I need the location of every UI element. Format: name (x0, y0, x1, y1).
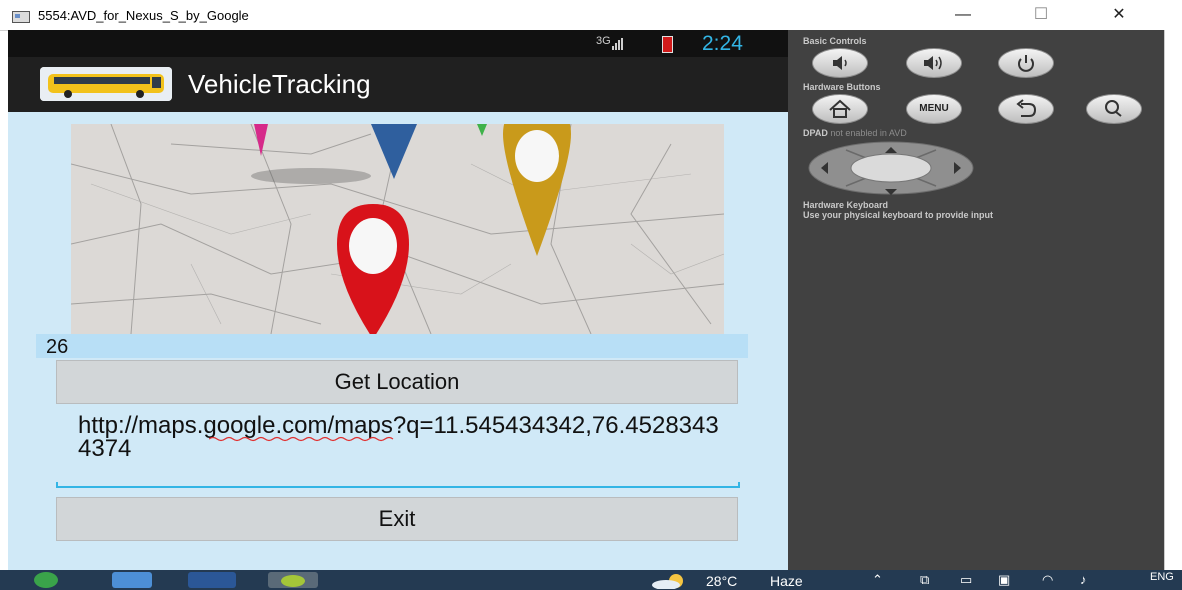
dpad-right-icon[interactable] (950, 158, 966, 178)
volume-down-icon (833, 56, 847, 70)
weather-icon (648, 571, 694, 590)
status-time: 2:24 (702, 32, 743, 55)
url-text: http://maps.google.com/maps?q=11.5454343… (78, 412, 719, 462)
dpad-left-icon[interactable] (816, 158, 832, 178)
hardware-buttons-label: Hardware Buttons (803, 82, 881, 92)
dpad-label: DPAD (803, 128, 828, 138)
minimize-button[interactable]: — (940, 4, 986, 26)
get-location-button[interactable]: Get Location (56, 360, 738, 404)
browser-icon[interactable] (112, 572, 152, 588)
window-titlebar: 5554:AVD_for_Nexus_S_by_Google — ☐ ✕ (0, 0, 1182, 31)
power-icon (1018, 55, 1034, 72)
battery-icon (662, 36, 673, 53)
menu-button[interactable]: MENU (906, 94, 962, 124)
dpad-up-icon[interactable] (876, 141, 906, 153)
value-display: 26 (36, 334, 748, 358)
temperature: 28°C (706, 573, 738, 589)
start-icon[interactable] (34, 572, 58, 588)
taskbar: 28°C Haze ⌃ ⧉ ▭ ▣ ◠ ♪ ENG (0, 570, 1182, 590)
value-text: 26 (46, 336, 69, 358)
maximize-button[interactable]: ☐ (1018, 4, 1064, 26)
map-image (71, 124, 724, 334)
close-button[interactable]: ✕ (1096, 4, 1142, 26)
back-icon (1016, 99, 1037, 117)
search-button[interactable] (1086, 94, 1142, 124)
battery-tray-icon[interactable]: ▭ (960, 572, 972, 588)
dpad-down-icon[interactable] (876, 185, 906, 195)
home-icon (829, 99, 851, 118)
emulator-screen: 3G 2:24 VehicleTracking 26 Get Location … (8, 30, 788, 570)
hardware-keyboard-label: Hardware Keyboard (803, 200, 889, 210)
basic-controls-label: Basic Controls (803, 36, 867, 46)
volume-icon[interactable]: ♪ (1080, 572, 1087, 587)
word-icon[interactable] (188, 572, 236, 588)
signal-icon (612, 38, 624, 50)
window-title: 5554:AVD_for_Nexus_S_by_Google (38, 8, 249, 23)
exit-button[interactable]: Exit (56, 497, 738, 541)
dpad-notice: DPAD not enabled in AVD (803, 128, 907, 138)
dpad-control (806, 140, 976, 196)
volume-down-button[interactable] (812, 48, 868, 78)
wifi-icon[interactable]: ◠ (1042, 572, 1053, 588)
power-button[interactable] (998, 48, 1054, 78)
show-hidden-icons-icon[interactable]: ⌃ (872, 572, 883, 588)
action-bar: VehicleTracking (8, 57, 788, 112)
spellcheck-underline (209, 436, 394, 442)
network-type: 3G (596, 35, 611, 47)
background-window-edge (1164, 30, 1182, 570)
dpad-notice-text: not enabled in AVD (827, 128, 907, 138)
url-field-edge-right (738, 482, 740, 488)
volume-up-icon (924, 56, 942, 70)
status-bar: 3G 2:24 (8, 30, 788, 57)
volume-up-button[interactable] (906, 48, 962, 78)
weather-text: Haze (770, 573, 803, 589)
back-button[interactable] (998, 94, 1054, 124)
tray-device-icon[interactable]: ⧉ (920, 572, 929, 588)
search-icon (1105, 100, 1122, 117)
hardware-keyboard-hint: Use your physical keyboard to provide in… (803, 210, 994, 220)
language-indicator[interactable]: ENG (1150, 571, 1174, 583)
window-app-icon (12, 11, 30, 23)
display-icon[interactable]: ▣ (998, 572, 1010, 588)
emulator-control-panel: Basic Controls Hardware Buttons MENU DPA… (788, 30, 1164, 570)
url-field[interactable]: http://maps.google.com/maps?q=11.5454343… (56, 410, 740, 488)
url-field-edge-left (56, 482, 58, 488)
android-icon[interactable] (268, 572, 318, 588)
app-title: VehicleTracking (188, 69, 371, 99)
home-button[interactable] (812, 94, 868, 124)
bus-icon (40, 67, 172, 101)
url-field-underline (56, 486, 740, 488)
